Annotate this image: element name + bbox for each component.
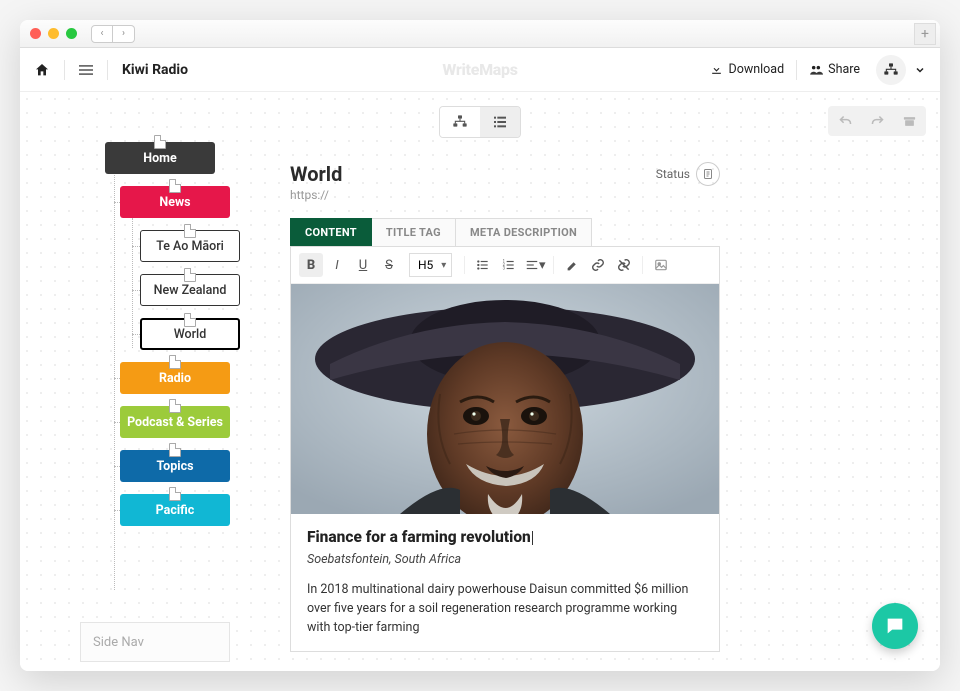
canvas[interactable]: Home News Te Ao Māori New Zealand World: [20, 92, 940, 671]
zoom-window-button[interactable]: [66, 28, 77, 39]
undo-button[interactable]: [832, 110, 858, 132]
editor-tabs: CONTENT TITLE TAG META DESCRIPTION: [290, 218, 720, 246]
editor-panel: B I U S H5 123 ▾: [290, 246, 720, 652]
window-titlebar: ‹ › +: [20, 20, 940, 48]
menu-icon[interactable]: [79, 63, 93, 77]
minimize-window-button[interactable]: [48, 28, 59, 39]
bold-button[interactable]: B: [299, 253, 323, 277]
separator: [64, 60, 65, 80]
view-toggle: [439, 106, 521, 138]
image-button[interactable]: [649, 253, 673, 277]
node-home[interactable]: Home: [105, 142, 215, 174]
status-control[interactable]: Status: [656, 162, 720, 186]
share-label: Share: [828, 62, 860, 77]
node-label: Pacific: [156, 503, 195, 518]
svg-text:3: 3: [503, 266, 506, 271]
status-icon: [696, 162, 720, 186]
forward-button[interactable]: ›: [113, 25, 135, 43]
home-icon[interactable]: [34, 62, 50, 78]
edit-button[interactable]: [560, 253, 584, 277]
traffic-lights: [30, 28, 77, 39]
separator: [642, 256, 643, 274]
nav-buttons: ‹ ›: [91, 25, 135, 43]
node-label: Podcast & Series: [127, 415, 223, 430]
article-subhead: Soebatsfontein, South Africa: [307, 552, 703, 567]
article-headline: Finance for a farming revolution: [307, 528, 703, 546]
node-label: Radio: [159, 371, 191, 386]
italic-button[interactable]: I: [325, 253, 349, 277]
number-list-button[interactable]: 123: [497, 253, 521, 277]
app-topbar: Kiwi Radio WriteMaps Download Share: [20, 48, 940, 92]
tab-title-tag[interactable]: TITLE TAG: [372, 218, 456, 246]
redo-button[interactable]: [864, 110, 890, 132]
node-label: Te Ao Māori: [156, 239, 224, 254]
node-news[interactable]: News: [120, 186, 230, 218]
node-label: News: [159, 195, 190, 210]
chat-fab[interactable]: [872, 603, 918, 649]
page-icon: [169, 355, 181, 369]
close-window-button[interactable]: [30, 28, 41, 39]
view-mode-avatar[interactable]: [876, 55, 906, 85]
underline-button[interactable]: U: [351, 253, 375, 277]
page-url[interactable]: https://: [290, 188, 342, 202]
download-label: Download: [728, 62, 784, 77]
history-tools: [828, 106, 926, 136]
brand-logo: WriteMaps: [442, 60, 517, 79]
sidenav-placeholder[interactable]: Side Nav: [80, 622, 230, 662]
separator: [107, 60, 108, 80]
unlink-button[interactable]: [612, 253, 636, 277]
heading-select[interactable]: H5: [409, 253, 452, 277]
share-button[interactable]: Share: [801, 56, 868, 83]
node-new-zealand[interactable]: New Zealand: [140, 274, 240, 306]
strike-button[interactable]: S: [377, 253, 401, 277]
page-icon: [169, 487, 181, 501]
page-icon: [184, 268, 196, 282]
node-te-ao-maori[interactable]: Te Ao Māori: [140, 230, 240, 262]
tab-content[interactable]: CONTENT: [290, 218, 372, 246]
page-icon: [169, 179, 181, 193]
link-button[interactable]: [586, 253, 610, 277]
article-hero-image: [291, 284, 719, 514]
archive-button[interactable]: [896, 110, 922, 132]
page-icon: [184, 313, 196, 327]
page-icon: [169, 443, 181, 457]
view-tree-button[interactable]: [440, 107, 480, 137]
sitemap-tree: Home News Te Ao Māori New Zealand World: [80, 142, 240, 538]
article-body[interactable]: Finance for a farming revolution Soebats…: [291, 514, 719, 651]
tab-meta-description[interactable]: META DESCRIPTION: [456, 218, 592, 246]
separator: [464, 256, 465, 274]
page-icon: [169, 399, 181, 413]
site-name: Kiwi Radio: [122, 62, 188, 78]
node-radio[interactable]: Radio: [120, 362, 230, 394]
page-icon: [154, 135, 166, 149]
sidenav-label: Side Nav: [93, 635, 144, 650]
content-editor: World https:// Status CONTENT TITLE TAG …: [290, 162, 720, 652]
node-label: New Zealand: [154, 283, 227, 298]
status-label: Status: [656, 167, 690, 181]
back-button[interactable]: ‹: [91, 25, 113, 43]
bullet-list-button[interactable]: [471, 253, 495, 277]
rich-text-toolbar: B I U S H5 123 ▾: [291, 247, 719, 284]
view-list-button[interactable]: [480, 107, 520, 137]
node-label: Home: [143, 151, 176, 166]
app-window: ‹ › + Kiwi Radio WriteMaps Download: [20, 20, 940, 671]
node-label: World: [174, 327, 207, 342]
page-icon: [184, 224, 196, 238]
separator: [796, 60, 797, 80]
node-world[interactable]: World: [140, 318, 240, 350]
align-button[interactable]: ▾: [523, 253, 547, 277]
chevron-down-icon[interactable]: [914, 64, 926, 76]
node-label: Topics: [156, 459, 193, 474]
download-button[interactable]: Download: [702, 56, 792, 83]
article-paragraph: In 2018 multinational dairy powerhouse D…: [307, 581, 703, 637]
separator: [553, 256, 554, 274]
new-tab-button[interactable]: +: [914, 23, 936, 45]
node-podcast-series[interactable]: Podcast & Series: [120, 406, 230, 438]
node-pacific[interactable]: Pacific: [120, 494, 230, 526]
node-topics[interactable]: Topics: [120, 450, 230, 482]
page-title: World: [290, 162, 342, 186]
